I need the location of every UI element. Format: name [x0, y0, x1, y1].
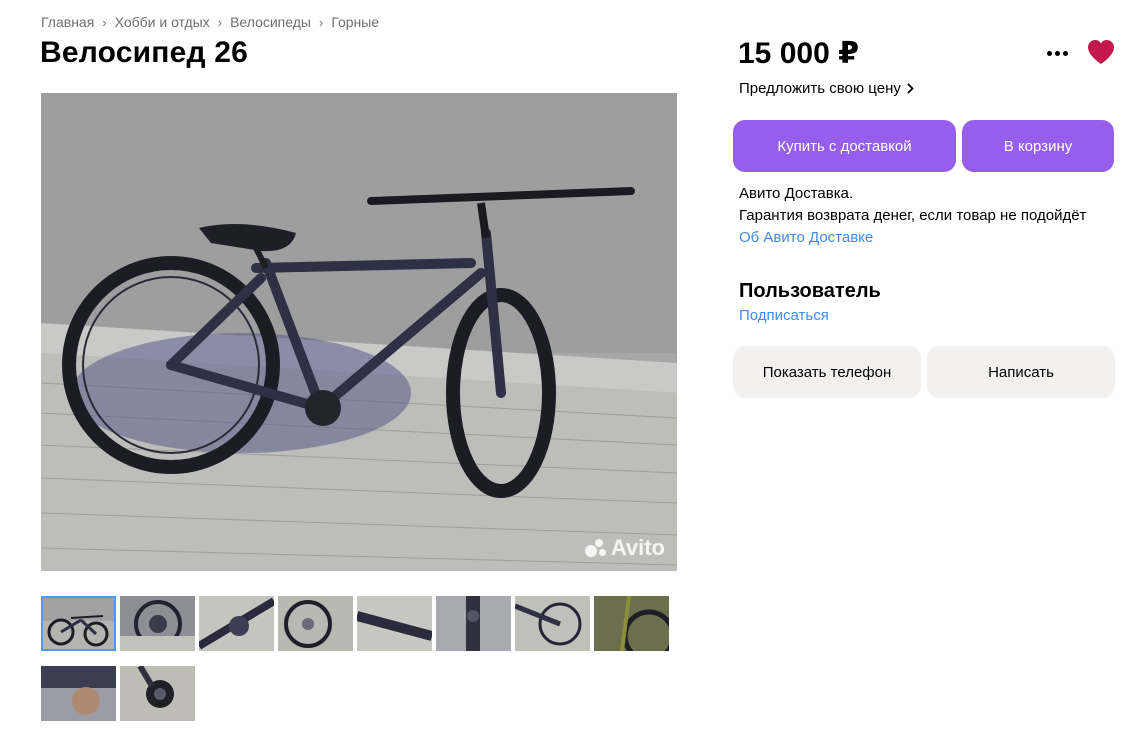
thumbnail-6[interactable]	[436, 596, 511, 651]
offer-price-label: Предложить свою цену	[739, 80, 901, 97]
thumbnail-8[interactable]	[594, 596, 669, 651]
breadcrumb-bicycles[interactable]: Велосипеды	[230, 14, 311, 30]
heart-icon[interactable]	[1086, 38, 1116, 66]
subscribe-link[interactable]: Подписаться	[739, 307, 829, 324]
breadcrumb-mountain[interactable]: Горные	[331, 14, 379, 30]
thumbnail-10[interactable]	[120, 666, 195, 721]
chevron-right-icon: ›	[102, 14, 107, 30]
chevron-right-icon	[907, 83, 914, 94]
thumbnail-4[interactable]	[278, 596, 353, 651]
chevron-right-icon: ›	[217, 14, 223, 30]
about-delivery-link[interactable]: Об Авито Доставке	[739, 227, 1086, 249]
breadcrumb: Главная › Хобби и отдых › Велосипеды › Г…	[41, 14, 379, 30]
offer-price-link[interactable]: Предложить свою цену	[739, 80, 914, 97]
show-phone-button[interactable]: Показать телефон	[733, 346, 921, 398]
thumbnail-7[interactable]	[515, 596, 590, 651]
thumbnail-5[interactable]	[357, 596, 432, 651]
thumbnail-3[interactable]	[199, 596, 274, 651]
avito-logo-icon	[584, 537, 607, 559]
thumbnail-9[interactable]	[41, 666, 116, 721]
delivery-info: Авито Доставка. Гарантия возврата денег,…	[739, 183, 1086, 249]
thumbnail-2[interactable]	[120, 596, 195, 651]
thumbnail-1[interactable]	[41, 596, 116, 651]
add-to-cart-button[interactable]: В корзину	[962, 120, 1114, 172]
page-title: Велосипед 26	[40, 36, 249, 69]
delivery-line-2: Гарантия возврата денег, если товар не п…	[739, 207, 1087, 224]
buy-with-delivery-button[interactable]: Купить с доставкой	[733, 120, 956, 172]
breadcrumb-home[interactable]: Главная	[41, 14, 94, 30]
seller-name[interactable]: Пользователь	[739, 280, 881, 303]
chevron-right-icon: ›	[318, 14, 324, 30]
thumbnail-strip	[41, 596, 681, 721]
delivery-line-1: Авито Доставка.	[739, 185, 854, 202]
avito-watermark: Avito	[584, 535, 665, 561]
main-photo[interactable]: Avito	[41, 93, 677, 571]
write-message-button[interactable]: Написать	[927, 346, 1115, 398]
more-dots-icon[interactable]	[1040, 40, 1074, 66]
price: 15 000 ₽	[738, 37, 859, 70]
breadcrumb-hobby[interactable]: Хобби и отдых	[115, 14, 210, 30]
